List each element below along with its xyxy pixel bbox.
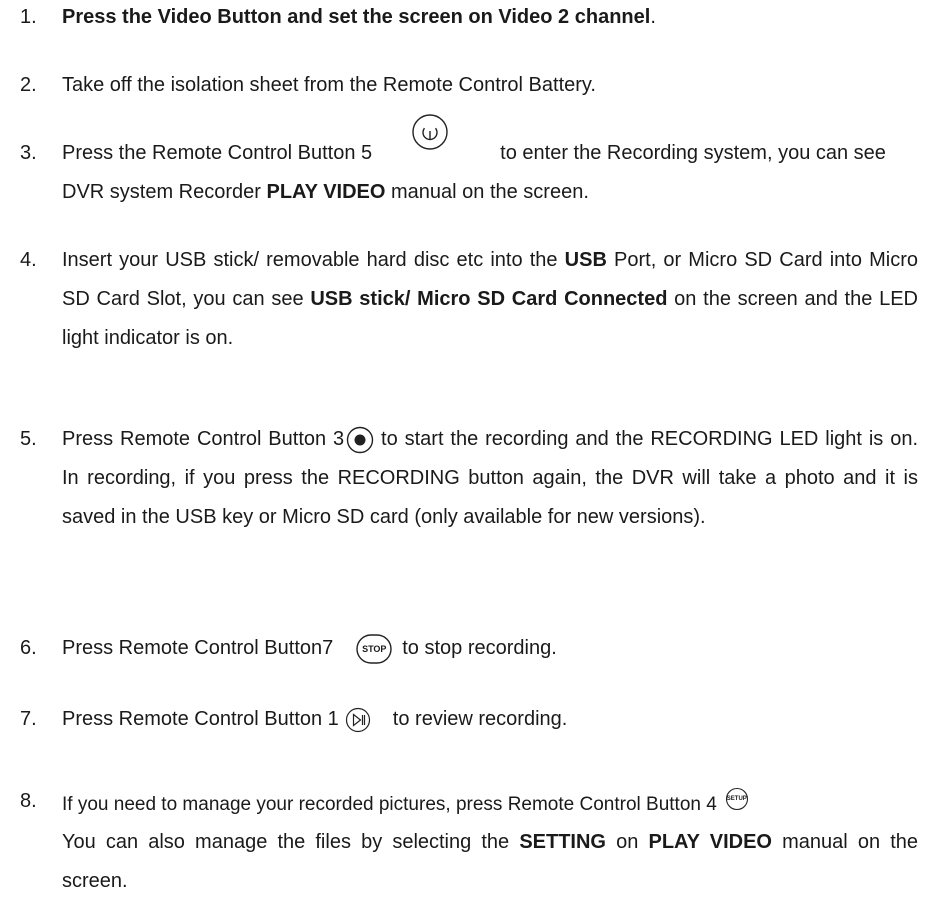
step-text-bold: USB stick/ Micro SD Card Connected [310,288,668,310]
record-button-icon [346,426,374,454]
step-1: 1. Press the Video Button and set the sc… [20,0,918,37]
step-number: 2. [20,74,37,96]
playback-button-icon [345,707,371,733]
stop-button-icon: STOP [356,634,392,664]
step-text: to stop recording. [402,637,557,659]
stop-icon-label: STOP [362,643,387,654]
step-text: You can also manage the files by selecti… [62,831,520,853]
step-number: 4. [20,249,37,271]
step-text: manual on the screen. [385,181,589,203]
step-text: Press Remote Control Button7 [62,637,334,659]
step-text-bold: USB [564,249,607,271]
step-text: . [650,6,656,28]
step-number: 8. [20,790,37,812]
step-number: 6. [20,637,37,659]
step-number: 1. [20,6,37,28]
step-number: 7. [20,708,37,730]
step-6: 6. Press Remote Control Button7 STOP to … [20,629,918,668]
power-button-icon [372,114,500,164]
step-4: 4. Insert your USB stick/ removable hard… [20,241,918,358]
step-8: 8. If you need to manage your recorded p… [20,782,918,901]
step-text: Press Remote Control Button 1 [62,708,339,730]
step-text: to review recording. [392,708,568,730]
step-2: 2. Take off the isolation sheet from the… [20,66,918,105]
setup-button-icon: SETUP [725,787,749,811]
step-text: on [605,831,649,853]
step-text: If you need to manage your recorded pict… [62,794,717,815]
step-text-bold: SETTING [519,831,606,853]
step-text: Press Remote Control Button 3 [62,428,345,450]
step-number: 5. [20,428,37,450]
step-5: 5. Press Remote Control Button 3 to star… [20,420,918,537]
step-3: 3. Press the Remote Control Button 5 to … [20,114,918,212]
step-text-bold: Press the Video Button and set the scree… [62,6,651,28]
step-number: 3. [20,142,37,164]
step-text: Take off the isolation sheet from the Re… [62,74,596,96]
step-text-bold: PLAY VIDEO [648,831,772,853]
step-text: Press the Remote Control Button 5 [62,142,373,164]
setup-icon-label: SETUP [726,795,747,802]
step-text-bold: PLAY VIDEO [266,181,386,203]
step-7: 7. Press Remote Control Button 1 to revi… [20,700,918,739]
step-text: Insert your USB stick/ removable hard di… [62,249,565,271]
